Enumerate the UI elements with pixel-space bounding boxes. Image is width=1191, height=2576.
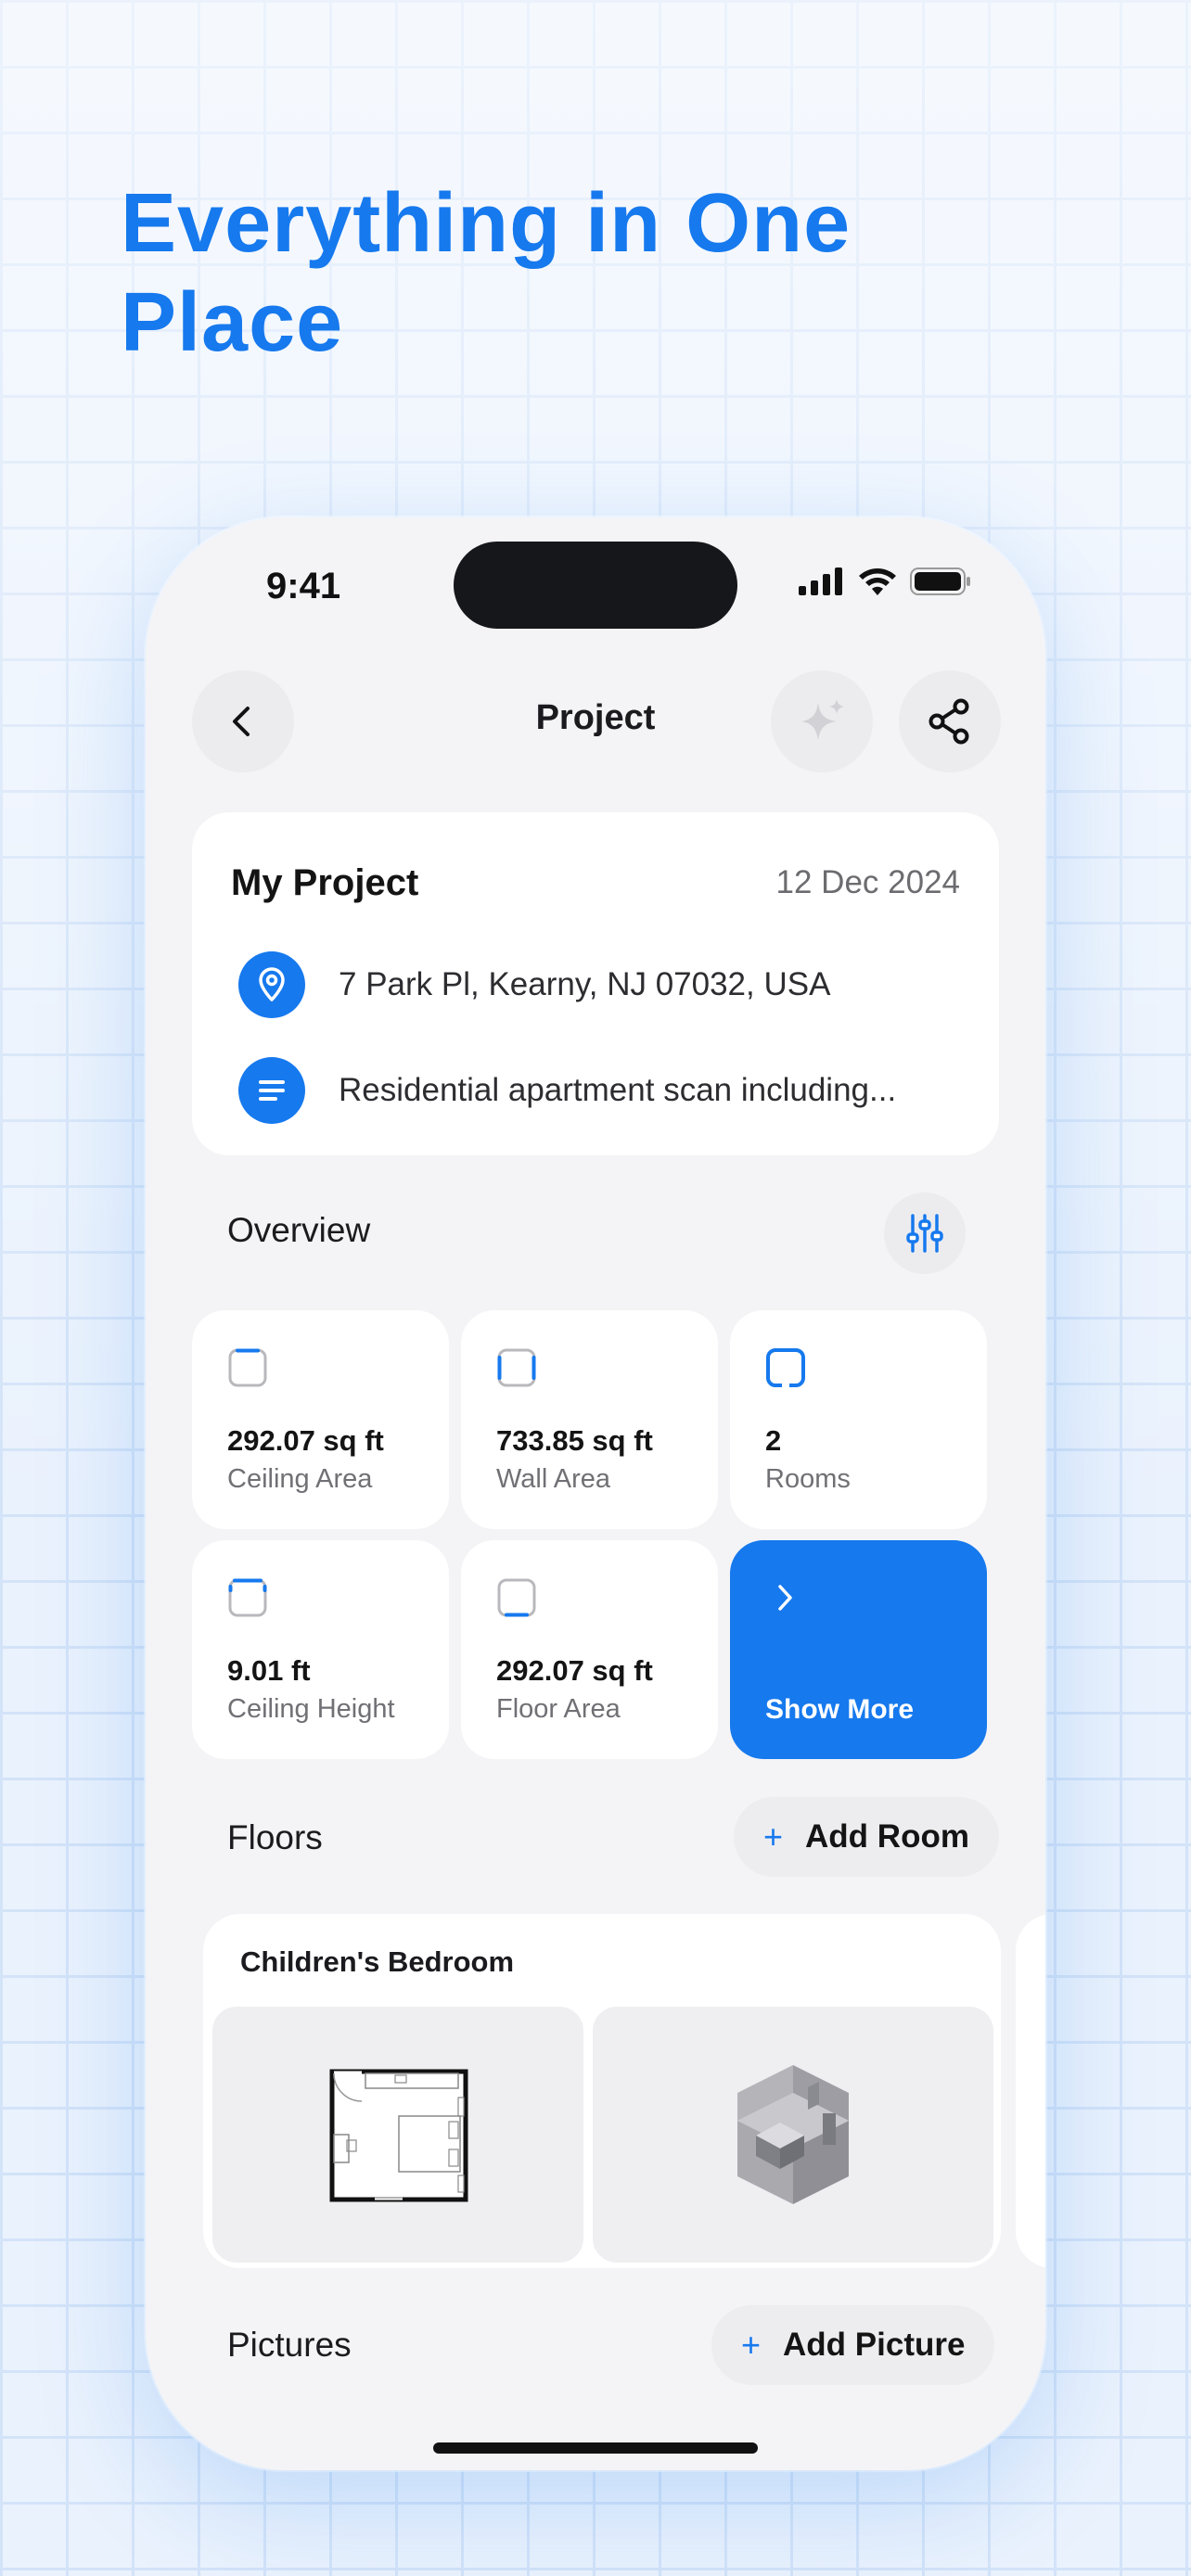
stat-value: 9.01 ft [227, 1654, 311, 1687]
pictures-title: Pictures [227, 2326, 352, 2364]
stat-label: Ceiling Height [227, 1694, 395, 1724]
phone-frame: 9:41 Project My Project 12 Dec 2024 7 Pa… [146, 517, 1045, 2470]
description-row: Residential apartment scan including... [238, 1057, 896, 1124]
floor-plan-thumbnail[interactable] [212, 2007, 583, 2263]
dynamic-island [454, 542, 737, 629]
location-pin-icon [238, 951, 305, 1018]
project-description: Residential apartment scan including... [339, 1072, 897, 1108]
sliders-icon [906, 1214, 943, 1253]
signal-icon [799, 567, 842, 595]
stat-label: Ceiling Area [227, 1464, 373, 1494]
ceiling-area-icon [228, 1348, 267, 1387]
wall-area-icon [497, 1348, 536, 1387]
show-more-button[interactable]: Show More [730, 1540, 987, 1759]
wifi-icon [859, 568, 896, 595]
next-room-card-peek[interactable] [1016, 1914, 1045, 2268]
stat-floor-area[interactable]: 292.07 sq ft Floor Area [461, 1540, 718, 1759]
floors-title: Floors [227, 1818, 323, 1856]
project-date: 12 Dec 2024 [775, 864, 960, 900]
address-row: 7 Park Pl, Kearny, NJ 07032, USA [238, 951, 830, 1018]
status-time: 9:41 [266, 566, 341, 606]
share-button[interactable] [899, 670, 1001, 772]
add-room-button[interactable]: + Add Room [734, 1797, 999, 1877]
home-indicator [433, 2442, 758, 2454]
add-picture-label: Add Picture [783, 2327, 966, 2363]
filter-button[interactable] [884, 1192, 966, 1274]
plus-icon: + [741, 2326, 762, 2364]
add-room-label: Add Room [805, 1818, 969, 1855]
project-card[interactable]: My Project 12 Dec 2024 7 Park Pl, Kearny… [192, 812, 999, 1155]
project-name: My Project [231, 862, 419, 903]
room-name: Children's Bedroom [240, 1945, 515, 1978]
stat-value: 733.85 sq ft [496, 1424, 653, 1457]
stat-value: 292.07 sq ft [496, 1654, 653, 1687]
stat-label: Rooms [765, 1464, 851, 1494]
battery-icon [910, 567, 970, 595]
overview-title: Overview [227, 1211, 371, 1249]
stat-rooms[interactable]: 2 Rooms [730, 1310, 987, 1529]
chevron-right-icon [778, 1585, 792, 1611]
3d-model-thumbnail[interactable] [593, 2007, 993, 2263]
stat-value: 292.07 sq ft [227, 1424, 384, 1457]
stat-ceiling-height[interactable]: 9.01 ft Ceiling Height [192, 1540, 449, 1759]
stat-label: Wall Area [496, 1464, 611, 1494]
floor-plan-icon [329, 2069, 468, 2202]
share-icon [928, 698, 969, 745]
plus-icon: + [763, 1817, 784, 1855]
text-lines-icon [238, 1057, 305, 1124]
status-icons [799, 567, 971, 595]
add-picture-button[interactable]: + Add Picture [711, 2305, 995, 2385]
stat-value: 2 [765, 1424, 782, 1457]
floor-area-icon [497, 1578, 536, 1617]
3d-room-icon [737, 2065, 849, 2204]
project-address: 7 Park Pl, Kearny, NJ 07032, USA [339, 966, 831, 1002]
ai-button[interactable] [771, 670, 873, 772]
stat-ceiling-area[interactable]: 292.07 sq ft Ceiling Area [192, 1310, 449, 1529]
ceiling-height-icon [228, 1578, 267, 1617]
stat-label: Floor Area [496, 1694, 621, 1724]
rooms-icon [766, 1348, 805, 1388]
show-more-label: Show More [765, 1694, 915, 1725]
sparkle-icon [801, 699, 844, 740]
headline: Everything in One Place [121, 177, 852, 369]
room-card[interactable]: Children's Bedroom [203, 1914, 1001, 2268]
stat-wall-area[interactable]: 733.85 sq ft Wall Area [461, 1310, 718, 1529]
